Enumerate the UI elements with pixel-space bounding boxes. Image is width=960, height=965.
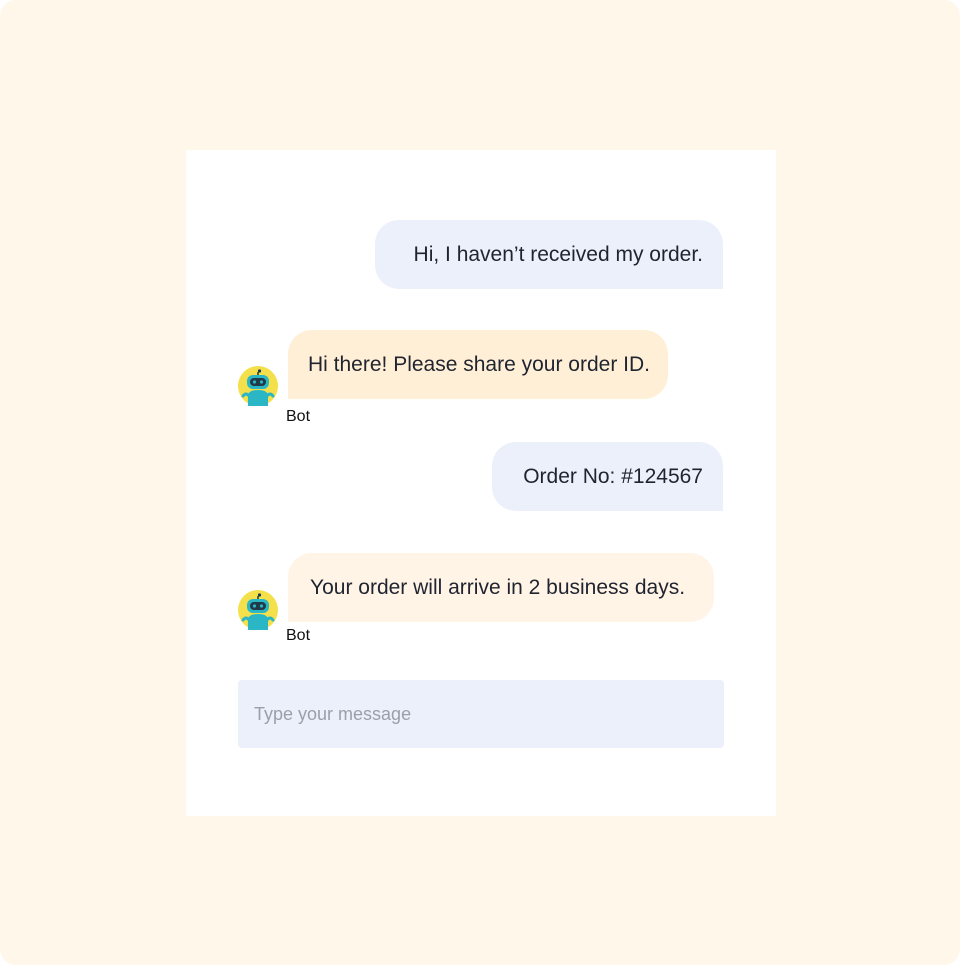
message-text: Order No: #124567 — [523, 464, 703, 488]
sender-label: Bot — [286, 627, 311, 644]
robot-avatar-icon — [238, 366, 278, 406]
user-message-bubble: Order No: #124567 — [492, 442, 723, 511]
message-text: Hi, I haven’t received my order. — [413, 242, 703, 266]
sender-label: Bot — [286, 408, 311, 425]
message-input[interactable] — [238, 680, 724, 748]
bot-message-bubble: Your order will arrive in 2 business day… — [288, 553, 714, 622]
page-background: Hi, I haven’t received my order. Hi ther… — [0, 0, 960, 965]
message-text: Your order will arrive in 2 business day… — [310, 575, 686, 599]
bot-message-bubble: Hi there! Please share your order ID. — [288, 330, 668, 399]
user-message-bubble: Hi, I haven’t received my order. — [375, 220, 723, 289]
message-text: Hi there! Please share your order ID. — [308, 352, 650, 376]
chat-window: Hi, I haven’t received my order. Hi ther… — [186, 150, 776, 816]
robot-avatar-icon — [238, 590, 278, 630]
